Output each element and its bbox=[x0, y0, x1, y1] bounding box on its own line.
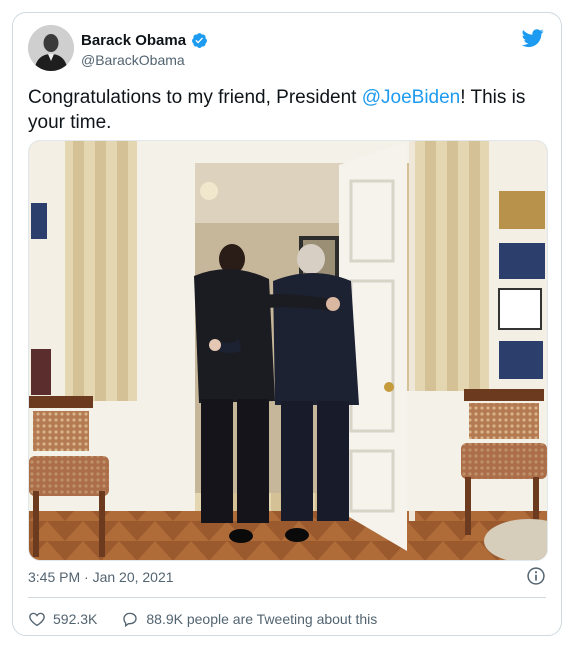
mention-link[interactable]: @JoeBiden bbox=[362, 87, 461, 108]
like-count: 592.3K bbox=[53, 611, 98, 627]
author-name[interactable]: Barack Obama bbox=[81, 32, 186, 49]
divider bbox=[28, 597, 546, 598]
avatar[interactable] bbox=[28, 25, 74, 71]
speech-bubble-icon bbox=[123, 612, 138, 628]
tweet-text-start: Congratulations to my friend, President bbox=[28, 87, 362, 108]
action-bar: 592.3K 88.9K people are Tweeting about t… bbox=[28, 610, 401, 628]
author-name-row[interactable]: Barack Obama bbox=[81, 32, 208, 49]
tweet-timestamp[interactable]: 3:45 PM · Jan 20, 2021 bbox=[28, 569, 174, 585]
tweet-text: Congratulations to my friend, President … bbox=[28, 85, 543, 135]
verified-badge-icon bbox=[192, 33, 207, 48]
like-button[interactable]: 592.3K bbox=[28, 610, 97, 628]
heart-icon bbox=[29, 612, 45, 627]
twitter-bird-icon[interactable] bbox=[521, 27, 545, 49]
tweeting-text: 88.9K people are Tweeting about this bbox=[146, 611, 378, 627]
author-handle[interactable]: @BarackObama bbox=[81, 52, 185, 68]
tweet-photo[interactable] bbox=[28, 140, 548, 561]
tweeting-link[interactable]: 88.9K people are Tweeting about this bbox=[121, 610, 377, 628]
tweet-card: Barack Obama @BarackObama Congratulation… bbox=[12, 12, 562, 636]
info-icon[interactable] bbox=[526, 566, 546, 586]
